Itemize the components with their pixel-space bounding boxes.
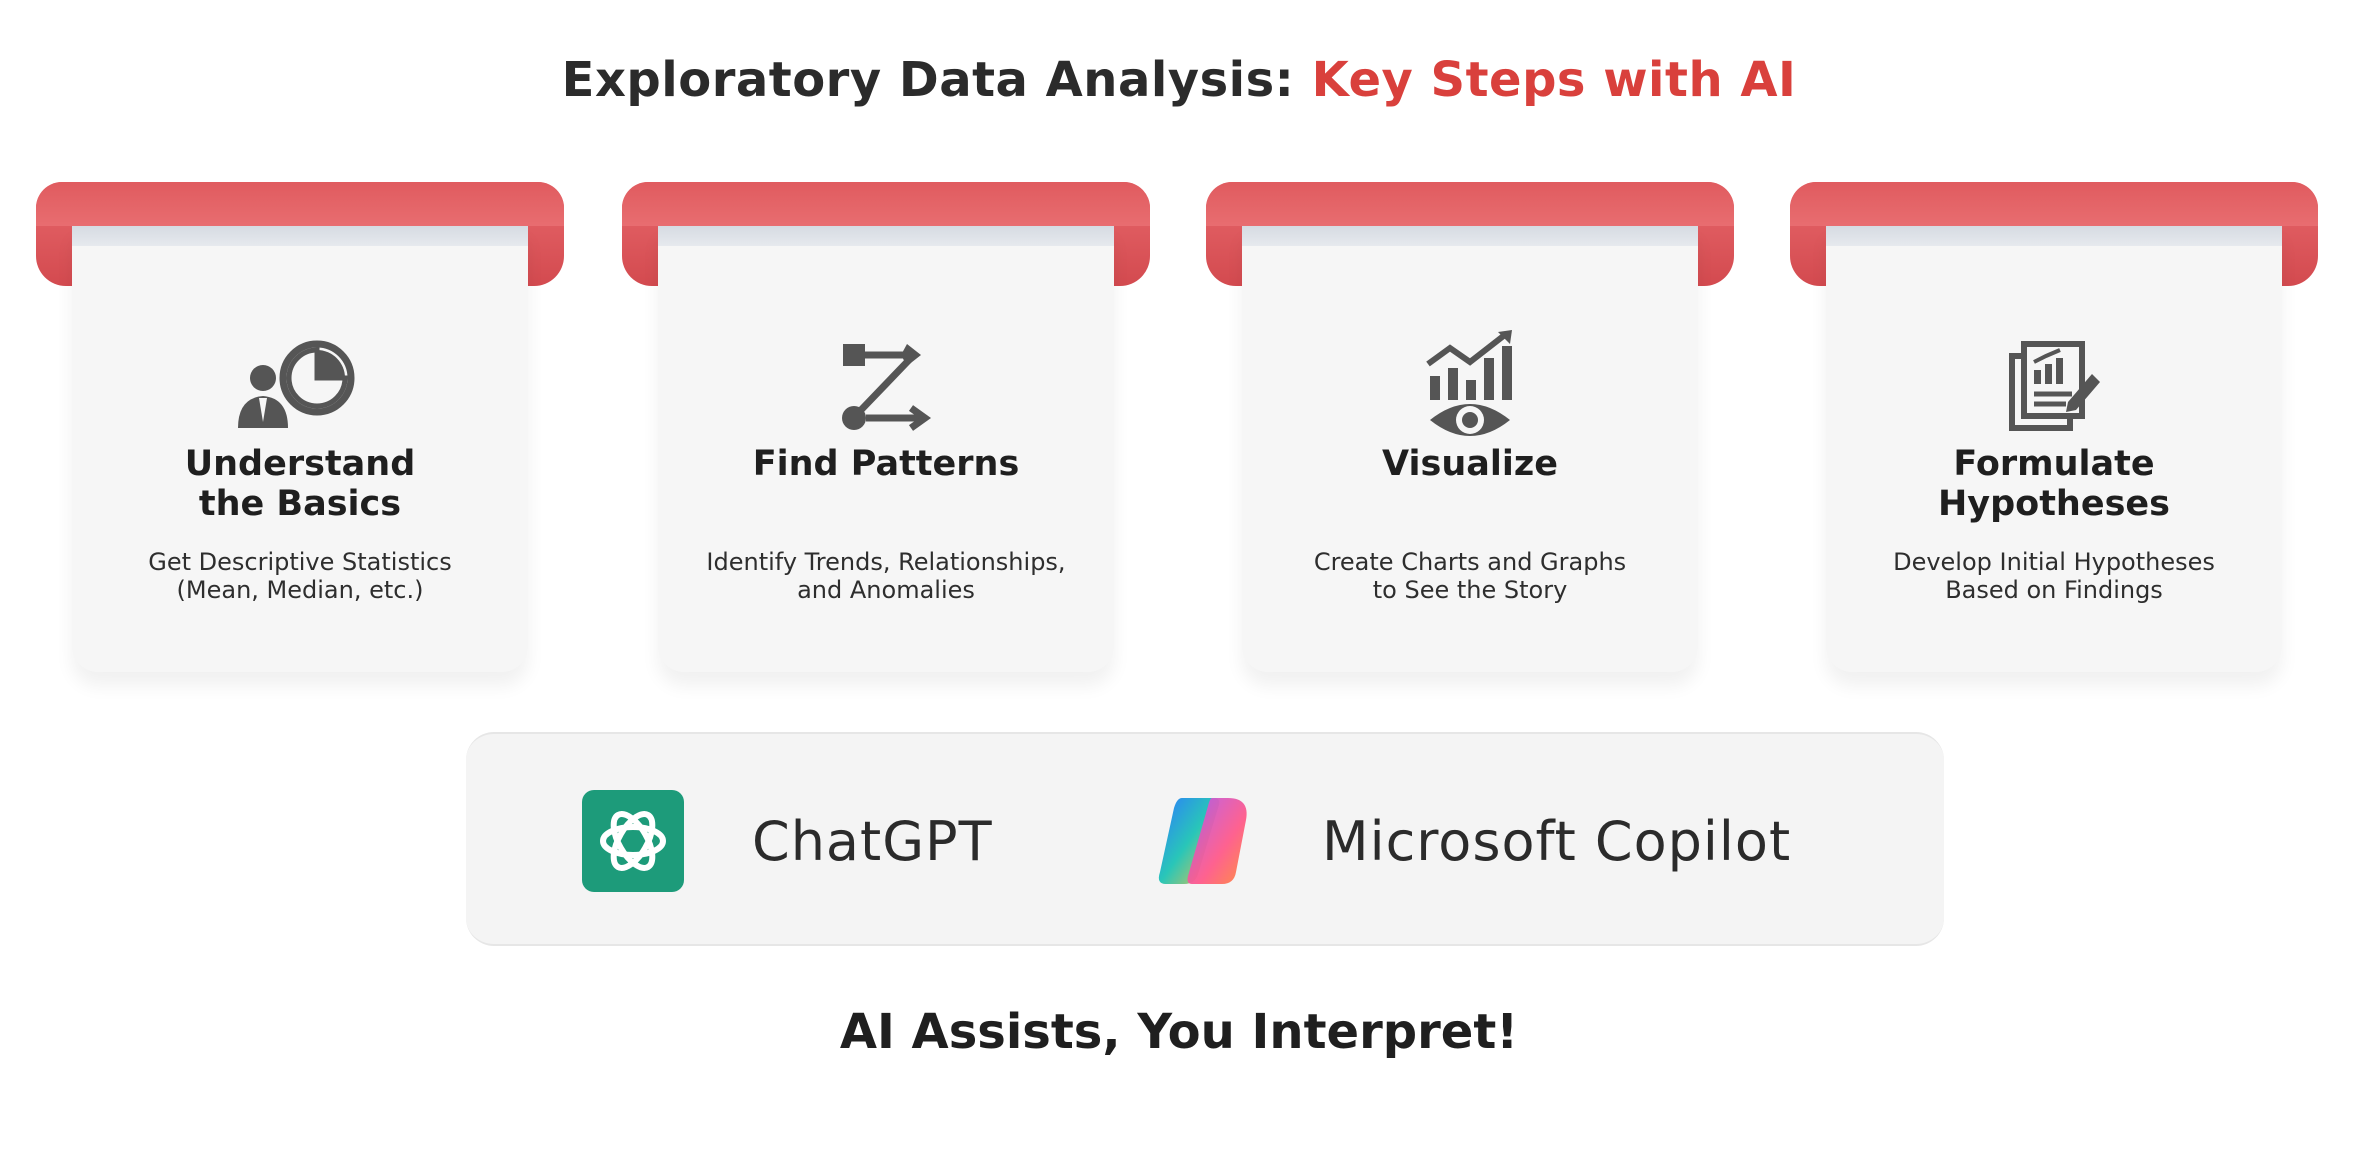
step-heading: Visualize [1382,444,1558,484]
card-lip [1242,226,1698,246]
tool-chatgpt: ChatGPT [582,790,993,892]
card-ribbon-top [622,182,1150,226]
card-body: Formulate Hypotheses Develop Initial Hyp… [1826,226,2282,672]
title-accent: Key Steps with AI [1311,52,1797,108]
step-card-find-patterns: Find Patterns Identify Trends, Relations… [622,182,1150,680]
step-description: Create Charts and Graphs to See the Stor… [1313,548,1627,604]
tool-microsoft-copilot: Microsoft Copilot [1152,790,1791,892]
step-description: Identify Trends, Relationships, and Anom… [706,548,1066,604]
chatgpt-logo-icon [582,790,684,892]
step-card-visualize: Visualize Create Charts and Graphs to Se… [1206,182,1734,680]
card-ribbon-top [1206,182,1734,226]
card-ribbon-top [36,182,564,226]
ai-tools-bar: ChatGPT Microsoft Copilot [466,732,1944,946]
person-pie-chart-icon [72,326,528,446]
copilot-logo-icon [1158,798,1247,884]
card-body: Find Patterns Identify Trends, Relations… [658,226,1114,672]
step-heading: Understand the Basics [184,444,416,524]
step-description: Develop Initial Hypotheses Based on Find… [1893,548,2215,604]
tool-name: ChatGPT [752,809,993,873]
card-ribbon-top [1790,182,2318,226]
title-main: Exploratory Data Analysis: [561,52,1312,108]
chart-eye-icon [1242,326,1698,446]
card-body: Visualize Create Charts and Graphs to Se… [1242,226,1698,672]
step-description: Get Descriptive Statistics (Mean, Median… [148,548,452,604]
tagline: AI Assists, You Interpret! [839,1004,1519,1060]
step-heading: Find Patterns [752,444,1020,484]
tool-name: Microsoft Copilot [1322,809,1792,873]
step-card-formulate-hypotheses: Formulate Hypotheses Develop Initial Hyp… [1790,182,2318,680]
page-title: Exploratory Data Analysis: Key Steps wit… [0,52,2358,108]
step-card-understand-basics: Understand the Basics Get Descriptive St… [36,182,564,680]
pattern-flow-icon [658,326,1114,446]
step-heading: Formulate Hypotheses [1938,444,2170,524]
eda-infographic: Exploratory Data Analysis: Key Steps wit… [0,0,2358,1150]
card-lip [1826,226,2282,246]
card-body: Understand the Basics Get Descriptive St… [72,226,528,672]
card-lip [72,226,528,246]
report-pen-icon [1826,326,2282,446]
card-lip [658,226,1114,246]
